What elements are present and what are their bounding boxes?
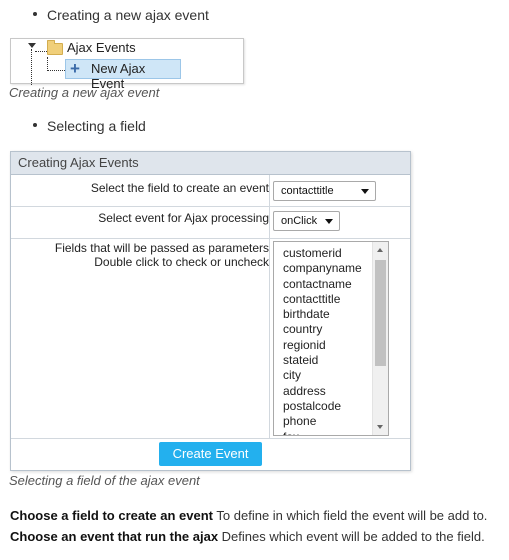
event-select[interactable]: onClick (273, 211, 340, 231)
parameters-listbox[interactable]: customerid companyname contactname conta… (273, 241, 389, 436)
tree-line (47, 57, 48, 71)
field-select-value: contacttitle (281, 185, 334, 197)
description-term: Choose an event that run the ajax (10, 529, 219, 544)
bullet-creating: Creating a new ajax event (33, 7, 209, 23)
tree-line (35, 51, 47, 52)
caption-new-ajax-event: Creating a new ajax event (9, 85, 160, 100)
creating-ajax-events-panel: Creating Ajax Events Select the field to… (10, 151, 411, 471)
chevron-down-icon (325, 219, 333, 224)
tree-folder-ajax-events[interactable]: Ajax Events (67, 40, 136, 55)
event-label: Select event for Ajax processing (98, 211, 269, 225)
params-label-line1: Fields that will be passed as parameters (54, 241, 269, 255)
bullet-text: Creating a new ajax event (47, 7, 209, 23)
listbox-scrollbar[interactable] (372, 242, 388, 435)
row-select-event: Select event for Ajax processing onClick (11, 207, 410, 239)
row-select-field: Select the field to create an event cont… (11, 175, 410, 207)
scroll-up-icon[interactable] (377, 248, 383, 252)
description-text: Defines which event will be added to the… (221, 529, 485, 544)
description-term: Choose a field to create an event (10, 508, 214, 523)
ajax-events-tree: Ajax Events + New Ajax Event (10, 38, 244, 91)
description-text: To define in which field the event will … (216, 508, 488, 523)
field-select[interactable]: contacttitle (273, 181, 376, 201)
tree-expand-arrow-icon[interactable] (28, 43, 36, 48)
bullet-selecting: Selecting a field (33, 118, 146, 134)
panel-title: Creating Ajax Events (11, 152, 410, 175)
params-label-line2: Double click to check or uncheck (94, 255, 269, 269)
create-event-button[interactable]: Create Event (159, 442, 262, 466)
scrollbar-thumb[interactable] (375, 260, 386, 366)
params-label: Fields that will be passed as parameters… (55, 241, 269, 269)
tree-line (47, 70, 65, 71)
bullet-dot (33, 12, 37, 17)
bullet-text: Selecting a field (47, 118, 146, 134)
tree-line (31, 49, 32, 85)
chevron-down-icon (361, 189, 369, 194)
plus-icon: + (70, 59, 80, 78)
field-label: Select the field to create an event (90, 181, 269, 195)
bullet-dot (33, 123, 37, 128)
description-choose-event: Choose an event that run the ajax Define… (10, 529, 485, 544)
description-choose-field: Choose a field to create an event To def… (10, 508, 487, 523)
scroll-down-icon[interactable] (377, 425, 383, 429)
parameters-list: customerid companyname contactname conta… (274, 242, 388, 435)
folder-icon (47, 40, 63, 55)
event-select-value: onClick (281, 215, 318, 227)
caption-selecting-field: Selecting a field of the ajax event (9, 473, 200, 488)
tree-item-new-ajax-event[interactable]: + New Ajax Event (65, 59, 181, 91)
